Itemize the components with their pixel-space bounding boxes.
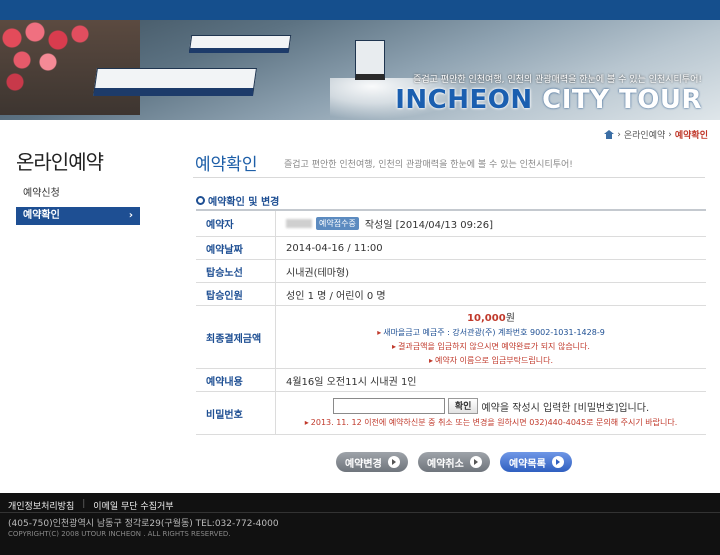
row-value: 4월16일 오전11시 시내권 1인 (286, 376, 417, 388)
password-input[interactable] (332, 398, 445, 414)
action-buttons: 예약변경 예약취소 예약목록 (336, 452, 572, 472)
footer-address: (405-750)인천광역시 남동구 정각로29(구월동) TEL:032-77… (8, 519, 279, 529)
deposit-warning: ▸ 결과금액을 입금하지 않으시면 예약완료가 되지 않습니다. (392, 341, 590, 352)
chevron-right-icon: › (128, 210, 133, 221)
email-refusal-link[interactable]: 이메일 무단 수집거부 (93, 499, 173, 512)
cancel-note-text: 2013. 11. 12 이전에 예약하신분 중 취소 또는 변경을 원하시면 … (310, 418, 678, 427)
row-value: 성인 1 명 / 어린이 0 명 (286, 290, 386, 302)
privacy-policy-link[interactable]: 개인정보처리방침 (8, 499, 74, 512)
row-label: 예약내용 (196, 369, 276, 391)
section-title: 예약확인 및 변경 (196, 193, 279, 208)
table-row: 예약내용 4월16일 오전11시 시내권 1인 (196, 369, 706, 392)
arrow-right-icon (551, 456, 564, 468)
footer-separator: | (82, 499, 86, 509)
table-row: 비밀번호 확인 예약을 작성시 입력한 [비밀번호]입니다. ▸ 2013. 11… (196, 392, 706, 435)
boat-image (188, 35, 292, 53)
breadcrumb-current: 예약확인 (674, 131, 708, 141)
reservation-list-button[interactable]: 예약목록 (500, 452, 572, 472)
banner-slogan: 즐겁고 편안한 인천여행, 인천의 관광매력을 한눈에 볼 수 있는 인천시티투… (413, 75, 702, 85)
row-label: 비밀번호 (196, 392, 276, 434)
sidebar-item-label: 예약신청 (23, 188, 60, 199)
sidebar-item-reservation-check[interactable]: 예약확인 › (16, 207, 140, 225)
row-value: 10,000원 ▸ 새마을금고 예금주 : 강서관광(주) 계좌번호 9002-1… (276, 306, 706, 368)
footer-links: 개인정보처리방침 | 이메일 무단 수집거부 (8, 499, 174, 512)
footer: 개인정보처리방침 | 이메일 무단 수집거부 (405-750)인천광역시 남동… (0, 493, 720, 555)
arrow-right-icon (469, 456, 482, 468)
top-bar (0, 0, 720, 20)
account-note: ▸ 새마을금고 예금주 : 강서관광(주) 계좌번호 9002-1031-1428… (377, 327, 605, 338)
arrow-icon: ▸ (428, 355, 433, 365)
sidebar-item-label: 예약확인 (23, 210, 60, 221)
masked-name (286, 219, 312, 228)
title-divider (193, 177, 705, 178)
brand-logo-part1: INCHEON (395, 85, 533, 115)
breadcrumb-sep: › (668, 129, 672, 140)
table-row: 예약날짜 2014-04-16 / 11:00 (196, 237, 706, 260)
name-warning-text: 예약자 이름으로 입금부탁드립니다. (434, 355, 554, 365)
cancel-reservation-button[interactable]: 예약취소 (418, 452, 490, 472)
arrow-icon: ▸ (377, 327, 382, 337)
arrow-icon: ▸ (392, 341, 397, 351)
sidebar-title: 온라인예약 (16, 150, 104, 174)
row-label: 예약자 (196, 211, 276, 236)
button-label: 예약목록 (509, 458, 546, 470)
password-confirm-button[interactable]: 확인 (447, 398, 479, 414)
reservation-table: 예약자 예약접수중 작성일 [2014/04/13 09:26] 예약날짜 20… (196, 209, 706, 435)
row-label: 예약날짜 (196, 237, 276, 259)
breadcrumb-sep: › (617, 129, 621, 140)
bullet-icon (196, 196, 205, 205)
row-label: 탑승노선 (196, 260, 276, 282)
row-value: 확인 예약을 작성시 입력한 [비밀번호]입니다. ▸ 2013. 11. 12 … (276, 392, 706, 434)
row-value: 2014-04-16 / 11:00 (286, 242, 383, 254)
section-title-text: 예약확인 및 변경 (208, 197, 280, 208)
page-subtitle: 즐겁고 편안한 인천여행, 인천의 관광매력을 한눈에 볼 수 있는 인천시티투… (284, 160, 573, 170)
status-badge: 예약접수중 (316, 217, 359, 230)
breadcrumb-parent[interactable]: 온라인예약 (624, 128, 665, 141)
table-row: 예약자 예약접수중 작성일 [2014/04/13 09:26] (196, 211, 706, 237)
table-row: 최종결제금액 10,000원 ▸ 새마을금고 예금주 : 강서관광(주) 계좌번호… (196, 306, 706, 369)
amount-unit: 원 (505, 312, 515, 324)
button-label: 예약취소 (427, 458, 464, 470)
name-warning: ▸ 예약자 이름으로 입금부탁드립니다. (429, 355, 553, 366)
amount-value: 10,000 (467, 312, 506, 324)
arrow-right-icon (387, 456, 400, 468)
header-banner: 즐겁고 편안한 인천여행, 인천의 관광매력을 한눈에 볼 수 있는 인천시티투… (0, 0, 720, 120)
footer-copyright: COPYRIGHT(C) 2008 UTOUR INCHEON . ALL RI… (8, 530, 231, 538)
arrow-icon: ▸ (304, 418, 309, 427)
table-row: 탑승인원 성인 1 명 / 어린이 0 명 (196, 283, 706, 306)
password-line: 확인 예약을 작성시 입력한 [비밀번호]입니다. (332, 398, 650, 414)
password-hint: 예약을 작성시 입력한 [비밀번호]입니다. (481, 402, 650, 414)
deposit-warning-text: 결과금액을 입금하지 않으시면 예약완료가 되지 않습니다. (398, 341, 590, 351)
row-label: 탑승인원 (196, 283, 276, 305)
home-icon[interactable] (604, 130, 615, 139)
account-note-text: 새마을금고 예금주 : 강서관광(주) 계좌번호 9002-1031-1428-… (383, 327, 605, 337)
brand-logo[interactable]: INCHEON CITY TOUR (395, 85, 702, 115)
created-at: 작성일 [2014/04/13 09:26] (364, 220, 494, 231)
cancel-note: ▸ 2013. 11. 12 이전에 예약하신분 중 취소 또는 변경을 원하시면… (305, 417, 678, 428)
row-value: 예약접수중 작성일 [2014/04/13 09:26] (276, 211, 706, 236)
brand-logo-part2: CITY TOUR (542, 85, 702, 115)
payment-amount: 10,000원 (467, 309, 515, 324)
change-reservation-button[interactable]: 예약변경 (336, 452, 408, 472)
row-label: 최종결제금액 (196, 306, 276, 368)
boat-image (93, 68, 257, 96)
button-label: 예약변경 (345, 458, 382, 470)
breadcrumb: › 온라인예약 › 예약확인 (604, 128, 708, 141)
sidebar-item-reservation-apply[interactable]: 예약신청 (16, 185, 140, 203)
page-title: 예약확인 (195, 155, 258, 175)
boat-image (355, 40, 385, 80)
row-value: 시내권(테마형) (286, 267, 350, 279)
table-row: 탑승노선 시내권(테마형) (196, 260, 706, 283)
footer-divider (0, 512, 720, 513)
